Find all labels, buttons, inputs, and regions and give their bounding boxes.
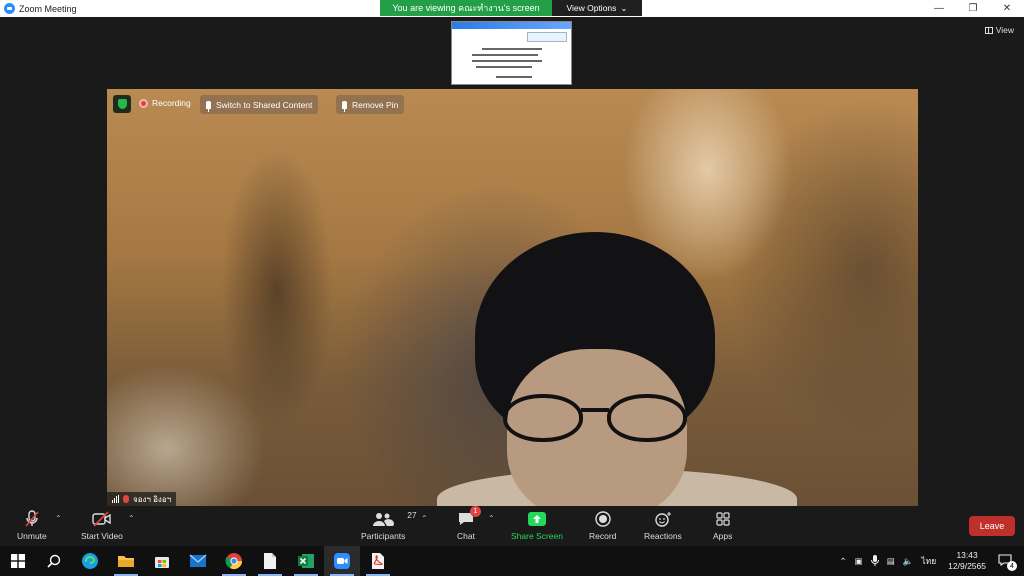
reactions-button[interactable]: Reactions (644, 510, 682, 541)
unmute-button[interactable]: Unmute (17, 510, 47, 541)
record-button[interactable]: Record (589, 510, 616, 541)
mail-icon[interactable] (180, 546, 216, 576)
meeting-toolbar: Unmute ⌃ Start Video ⌃ 27 Participants ⌃… (0, 506, 1024, 546)
meeting-area: View Recording Switch to Shared Content … (0, 17, 1024, 506)
zoom-meeting-window: Zoom Meeting — ❐ ✕ You are viewing คณะทำ… (0, 0, 1024, 576)
thumbnail-text-line (476, 66, 532, 68)
screen-share-banner: You are viewing คณะทำงาน's screen View O… (380, 0, 642, 16)
chat-label: Chat (457, 531, 475, 541)
search-icon[interactable] (36, 546, 72, 576)
recording-dot-icon (139, 98, 148, 108)
system-tray: ⌃ ▣ ▤ 🔈 ไทย 13:43 12/9/2565 4 (836, 546, 1024, 576)
notification-count: 4 (1007, 561, 1017, 571)
chevron-up-icon[interactable]: ⌃ (840, 556, 847, 567)
meet-now-icon[interactable]: ▣ (855, 556, 863, 567)
clock-date: 12/9/2565 (948, 561, 986, 571)
share-screen-label: Share Screen (511, 531, 563, 541)
view-button-label: View (995, 25, 1014, 35)
zoom-icon[interactable] (324, 546, 360, 576)
minimize-button[interactable]: — (922, 0, 956, 17)
video-options-caret-icon[interactable]: ⌃ (128, 514, 135, 523)
chat-button[interactable]: 1 Chat (457, 506, 481, 541)
reactions-icon (654, 510, 672, 528)
shared-screen-thumbnail[interactable] (451, 21, 572, 85)
microphone-icon[interactable] (870, 554, 879, 568)
view-options-button[interactable]: View Options ⌄ (552, 0, 642, 16)
windows-start-icon[interactable] (0, 546, 36, 576)
record-icon (595, 510, 611, 528)
thumbnail-browser-bar (452, 22, 571, 29)
glasses-bridge (581, 408, 609, 412)
participants-count: 27 (407, 510, 417, 520)
thumbnail-text-line (482, 48, 542, 50)
remove-pin-label: Remove Pin (352, 99, 399, 110)
thumbnail-popup (527, 32, 567, 42)
participants-label: Participants (361, 531, 406, 541)
gallery-view-icon (984, 26, 993, 34)
pin-icon (342, 100, 347, 112)
taskbar-clock[interactable]: 13:43 12/9/2565 (948, 550, 986, 572)
viewing-screen-label: You are viewing คณะทำงาน's screen (380, 0, 552, 16)
window-title: Zoom Meeting (19, 3, 77, 14)
clock-time: 13:43 (956, 550, 978, 560)
mic-muted-icon (24, 510, 40, 528)
window-controls: — ❐ ✕ (922, 0, 1024, 17)
view-options-label: View Options (566, 3, 617, 13)
participants-icon: 27 (372, 510, 417, 528)
apps-button[interactable]: Apps (713, 510, 732, 541)
leave-button[interactable]: Leave (969, 516, 1015, 536)
thumbnail-text-line (472, 54, 538, 56)
network-icon[interactable]: ▤ (887, 556, 895, 567)
remove-pin-button[interactable]: Remove Pin (336, 95, 405, 114)
pdf-icon[interactable] (360, 546, 396, 576)
signal-strength-icon (112, 495, 119, 503)
start-video-button[interactable]: Start Video (81, 510, 123, 541)
apps-icon (715, 510, 731, 528)
input-language[interactable]: ไทย (921, 554, 936, 568)
mic-muted-icon (123, 495, 129, 503)
unmute-label: Unmute (17, 531, 47, 541)
glasses-lens (607, 394, 687, 442)
participants-caret-icon[interactable]: ⌃ (421, 514, 428, 523)
switch-to-shared-content-label: Switch to Shared Content (216, 99, 313, 110)
audio-options-caret-icon[interactable]: ⌃ (55, 514, 62, 523)
chat-caret-icon[interactable]: ⌃ (488, 514, 495, 523)
close-button[interactable]: ✕ (990, 0, 1024, 17)
video-off-icon (91, 510, 113, 528)
edge-icon[interactable] (72, 546, 108, 576)
share-screen-button[interactable]: Share Screen (511, 510, 563, 541)
participant-name-bar: จองฯ อิงอฯ (107, 492, 177, 506)
start-video-label: Start Video (81, 531, 123, 541)
recording-indicator: Recording (139, 98, 191, 108)
record-label: Record (589, 531, 617, 541)
file-explorer-icon[interactable] (108, 546, 144, 576)
security-shield-icon[interactable] (113, 95, 131, 113)
chat-icon: 1 (457, 506, 481, 528)
restore-button[interactable]: ❐ (956, 0, 990, 17)
notification-icon[interactable]: 4 (998, 554, 1017, 571)
participants-button[interactable]: 27 Participants (361, 510, 417, 541)
chrome-icon[interactable] (216, 546, 252, 576)
switch-to-shared-content-button[interactable]: Switch to Shared Content (200, 95, 319, 114)
zoom-app-icon (4, 3, 15, 14)
recording-label: Recording (152, 98, 191, 108)
view-button[interactable]: View (984, 25, 1014, 35)
participant-name: จองฯ อิงอฯ (133, 494, 172, 504)
chevron-down-icon: ⌄ (620, 2, 628, 13)
chat-badge: 1 (470, 506, 481, 517)
notepad-icon[interactable] (252, 546, 288, 576)
thumbnail-text-line (496, 76, 532, 78)
thumbnail-text-line (472, 60, 542, 62)
windows-taskbar: ⌃ ▣ ▤ 🔈 ไทย 13:43 12/9/2565 4 (0, 546, 1024, 576)
pin-icon (206, 100, 211, 112)
store-icon[interactable] (144, 546, 180, 576)
pinned-video[interactable]: Recording Switch to Shared Content Remov… (107, 89, 918, 506)
volume-icon[interactable]: 🔈 (903, 556, 914, 567)
reactions-label: Reactions (644, 531, 682, 541)
share-screen-icon (527, 510, 547, 528)
glasses-lens (503, 394, 583, 442)
excel-icon[interactable] (288, 546, 324, 576)
apps-label: Apps (713, 531, 733, 541)
participant-glasses (503, 394, 687, 442)
